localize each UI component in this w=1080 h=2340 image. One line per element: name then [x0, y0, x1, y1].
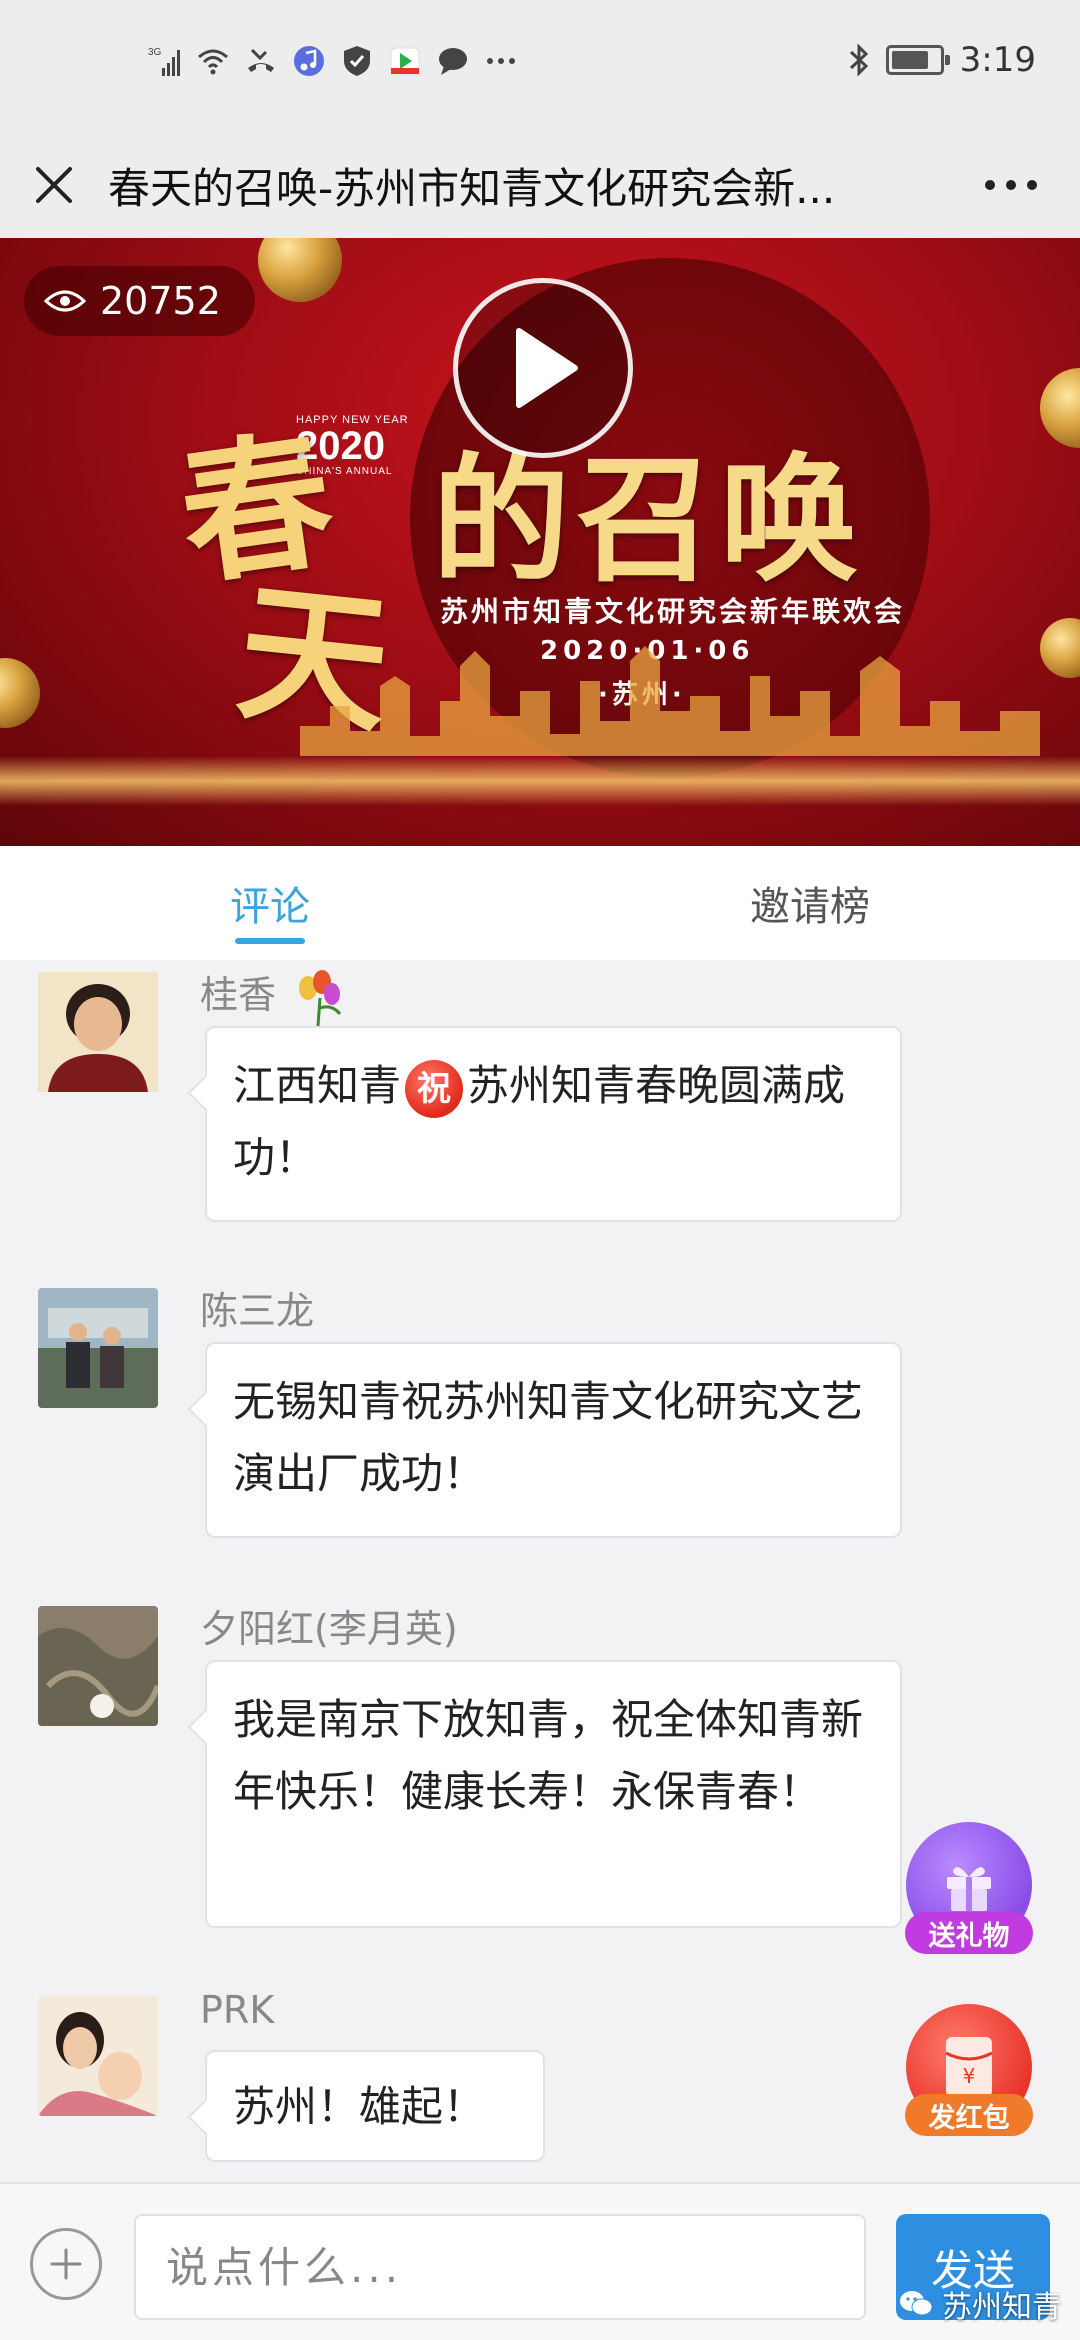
close-icon [36, 167, 72, 203]
blessing-badge-icon: 祝 [405, 1059, 464, 1118]
avatar-image [38, 1288, 158, 1408]
red-packet-button-label: 发红包 [905, 2094, 1033, 2136]
comment-item: 桂香 江西知青祝苏州知青春晚圆满成功！ [0, 964, 1080, 1222]
commenter-name: 桂香 [200, 964, 348, 1028]
comment-input[interactable] [134, 2214, 866, 2320]
watermark-text: 苏州知青 [942, 2290, 1062, 2325]
status-icons-left: 3G [148, 44, 518, 78]
music-icon [294, 46, 324, 76]
status-icons-right: 3:19 [848, 40, 1036, 80]
comment-text: 无锡知青祝苏州知青文化研究文艺演出厂成功！ [233, 1377, 864, 1498]
svg-text:3G: 3G [148, 47, 162, 58]
chat-icon [439, 48, 467, 75]
comment-item: 陈三龙 无锡知青祝苏州知青文化研究文艺演出厂成功！ [0, 1280, 1080, 1538]
avatar-image [38, 972, 158, 1092]
bluetooth-icon [849, 43, 868, 77]
title-bar: 春天的召唤-苏州市知青文化研究会新... [0, 132, 1080, 238]
comment-bubble: 无锡知青祝苏州知青文化研究文艺演出厂成功！ [205, 1342, 902, 1538]
comment-bubble: 江西知青祝苏州知青春晚圆满成功！ [205, 1026, 902, 1222]
gold-ornament [258, 238, 342, 302]
yuan-symbol: ¥ [963, 2064, 976, 2088]
comment-text: 我是南京下放知青，祝全体知青新年快乐！健康长寿！永保青春！ [233, 1695, 864, 1816]
gold-ornament [1040, 368, 1080, 448]
commenter-name: PRK [200, 1988, 275, 2032]
commenter-name: 夕阳红(李月英) [200, 1607, 458, 1651]
status-bar: 3G 3:19 [0, 0, 1080, 132]
tab-comments[interactable]: 评论 [0, 846, 540, 960]
page-title: 春天的召唤-苏州市知青文化研究会新... [108, 163, 836, 213]
account-watermark: 苏州知青 [898, 2282, 1062, 2326]
send-red-packet-button[interactable]: ¥ 发红包 [904, 2004, 1034, 2136]
video-banner[interactable]: 20752 HAPPY NEW YEAR 2020 CHINA'S ANNUAL… [0, 238, 1080, 846]
tab-invite-ranking[interactable]: 邀请榜 [540, 846, 1080, 960]
tab-label: 评论 [230, 884, 310, 930]
comment-bubble: 我是南京下放知青，祝全体知青新年快乐！健康长寿！永保青春！ [205, 1660, 902, 1928]
play-button[interactable] [453, 278, 633, 458]
commenter-name-text: 桂香 [200, 973, 277, 1017]
banner-subtitle: 苏州市知青文化研究会新年联欢会 [440, 595, 906, 628]
gift-icon [947, 1867, 991, 1911]
send-gift-button[interactable]: 送礼物 [904, 1822, 1034, 1954]
play-icon [516, 328, 578, 408]
comment-text: 苏州！雄起！ [233, 2082, 486, 2131]
signal-icon: 3G [148, 47, 180, 76]
view-count: 20752 [100, 279, 221, 323]
more-options-button[interactable] [976, 160, 1046, 210]
view-count-badge: 20752 [24, 266, 255, 336]
avatar-image [38, 1996, 158, 2116]
red-packet-icon: ¥ [945, 2037, 993, 2097]
avatar[interactable] [38, 1996, 158, 2116]
wechat-icon [900, 2291, 933, 2316]
commenter-name: 陈三龙 [200, 1289, 315, 1333]
missed-call-icon [248, 48, 274, 72]
active-tab-indicator [235, 938, 305, 944]
add-attachment-button[interactable] [30, 2228, 102, 2300]
city-skyline [300, 646, 1040, 756]
video-app-icon [390, 47, 420, 75]
comment-bubble: 苏州！雄起！ [205, 2050, 545, 2162]
avatar[interactable] [38, 972, 158, 1092]
tab-bar: 评论 邀请榜 [0, 846, 1080, 960]
gold-ornament [0, 658, 40, 728]
avatar[interactable] [38, 1606, 158, 1726]
more-dots-icon [985, 180, 1037, 190]
battery-icon [885, 45, 950, 75]
gold-ornament [1040, 618, 1080, 678]
avatar[interactable] [38, 1288, 158, 1408]
clock: 3:19 [959, 40, 1036, 80]
more-dots-icon [487, 58, 515, 64]
comment-input-bar: 发送 苏州知青 [0, 2182, 1080, 2340]
comment-list[interactable]: 桂香 江西知青祝苏州知青春晚圆满成功！ 陈三龙 无锡知青祝苏州知青文化研究文艺演… [0, 960, 1080, 2182]
comment-text: 江西知青 [233, 1061, 402, 1110]
wifi-icon [198, 49, 228, 75]
gift-button-label: 送礼物 [905, 1912, 1033, 1954]
tab-label: 邀请榜 [750, 884, 870, 930]
plus-icon [50, 2248, 82, 2280]
close-button[interactable] [0, 132, 108, 238]
avatar-image [38, 1606, 158, 1726]
shield-icon [344, 46, 370, 76]
eye-icon [44, 290, 86, 312]
flower-icon [299, 969, 342, 1026]
banner-glow [0, 756, 1080, 806]
